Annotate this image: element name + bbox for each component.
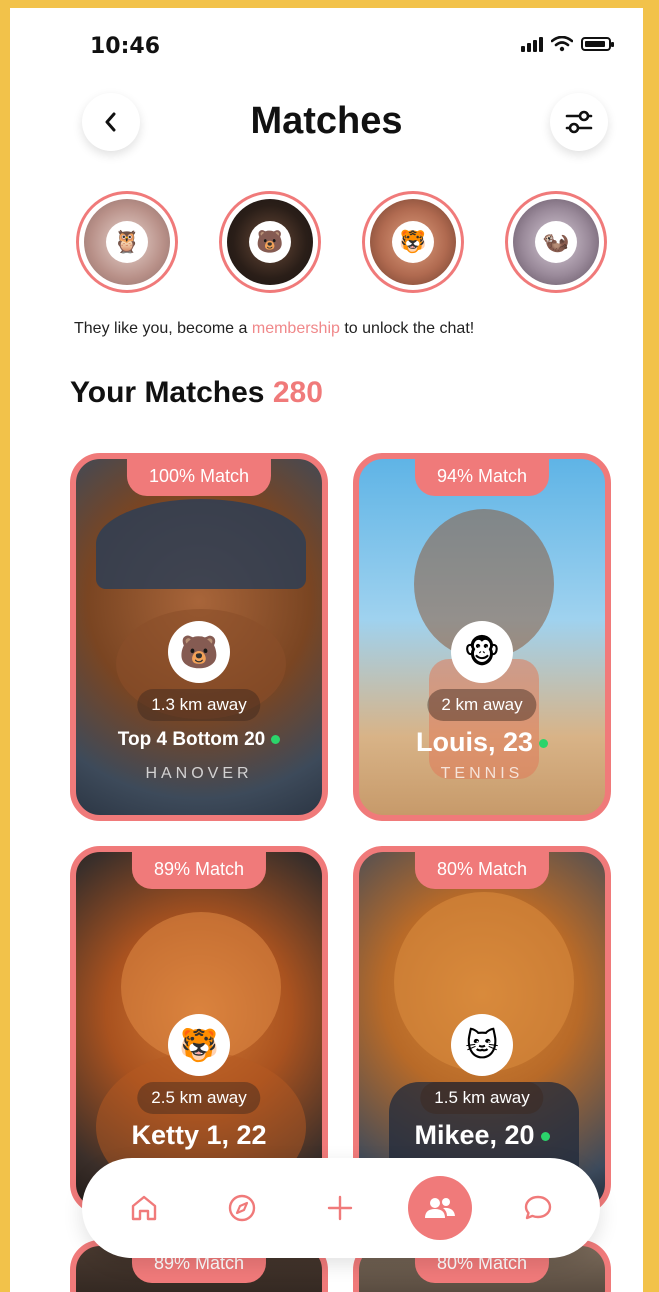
wifi-icon [551,36,573,52]
otter-icon: 🦦 [535,221,577,263]
owl-icon: 🦉 [106,221,148,263]
match-percent-badge: 100% Match [126,459,272,496]
bear-icon: 🐻 [249,221,291,263]
online-indicator [271,735,281,745]
card-name: Louis, 23 [359,727,605,758]
match-card[interactable]: 94% Match 🐵 2 km away Louis, 23 TENNIS [353,453,611,821]
card-name: Ketty 1, 22 [131,1120,267,1150]
sliders-icon [565,110,593,134]
online-indicator [539,739,549,749]
nav-chat[interactable] [510,1180,566,1236]
story-avatar[interactable]: 🐯 [362,191,464,293]
home-icon [131,1195,157,1221]
match-card[interactable]: 100% Match 🐻 1.3 km away Top 4 Bottom 20… [70,453,328,821]
status-time: 10:46 [90,34,161,59]
card-name: Mikee, 20 [359,1120,605,1151]
cat-icon: 🐱 [451,1014,513,1076]
bear-icon: 🐻 [168,621,230,683]
match-percent-badge: 94% Match [414,459,550,496]
distance-badge: 1.3 km away [137,689,261,721]
people-icon [425,1198,455,1218]
plus-icon [327,1195,353,1221]
nav-home[interactable] [116,1180,172,1236]
nav-matches[interactable] [408,1176,472,1240]
tiger-icon: 🐯 [392,221,434,263]
matches-heading: Your Matches 280 [70,376,323,409]
monkey-icon: 🐵 [451,621,513,683]
signal-icon [521,36,543,52]
nav-add[interactable] [312,1180,368,1236]
membership-link[interactable]: membership [252,320,340,337]
matches-count: 280 [272,376,323,409]
chat-icon [524,1195,552,1220]
story-avatar[interactable]: 🦉 [76,191,178,293]
nav-explore[interactable] [214,1180,270,1236]
page-title: Matches [250,100,403,142]
match-percent-badge: 80% Match [414,852,550,889]
distance-badge: 2.5 km away [137,1082,261,1114]
card-name: Top 4 Bottom 20 [76,729,322,751]
battery-icon [581,37,614,51]
match-percent-badge: 89% Match [131,852,267,889]
phone-screen: 10:46 Matches 🦉 🐻 🐯 🦦 They like you, bec… [10,8,643,1292]
status-icons [521,36,614,52]
filter-button[interactable] [550,93,608,151]
tiger-icon: 🐯 [168,1014,230,1076]
story-avatar[interactable]: 🐻 [219,191,321,293]
distance-badge: 1.5 km away [420,1082,544,1114]
story-avatar[interactable]: 🦦 [505,191,607,293]
membership-notice: They like you, become a membership to un… [74,320,475,337]
card-subtitle: HANOVER [145,765,253,782]
bottom-navigation [82,1158,600,1258]
card-subtitle: TENNIS [440,765,524,782]
distance-badge: 2 km away [427,689,537,721]
compass-icon [228,1194,256,1222]
online-indicator [540,1132,550,1142]
